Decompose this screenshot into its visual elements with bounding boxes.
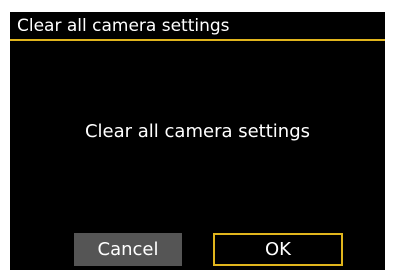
cancel-button[interactable]: Cancel [74,233,182,266]
ok-button[interactable]: OK [213,233,343,266]
title-bar: Clear all camera settings [10,12,385,39]
title-divider [10,39,385,41]
menu-title: Clear all camera settings [17,16,230,36]
camera-screen: Clear all camera settings Clear all came… [10,12,385,270]
confirmation-message: Clear all camera settings [84,121,311,142]
